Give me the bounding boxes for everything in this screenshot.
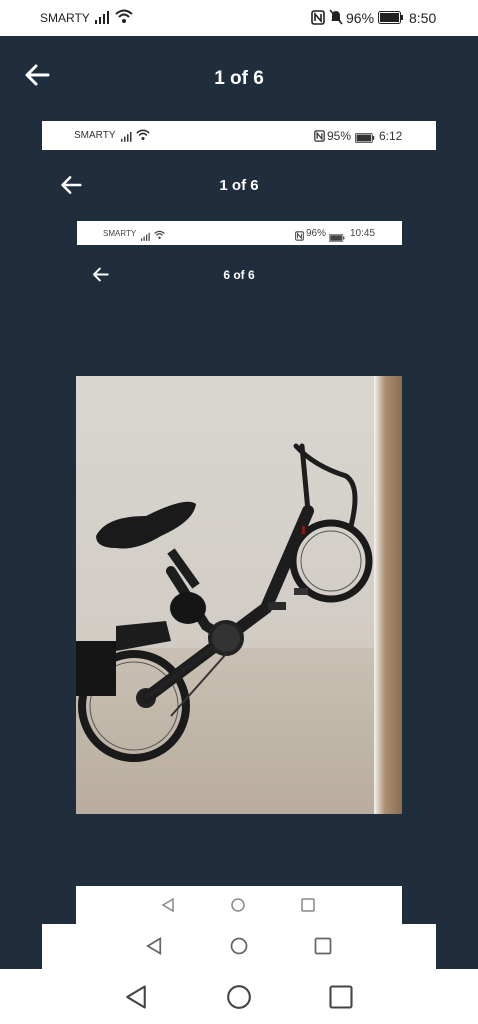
nested-counter-2: 6 of 6 bbox=[223, 268, 255, 282]
nested-nfc-icon-1 bbox=[314, 129, 325, 147]
carrier-label: SMARTY bbox=[40, 11, 90, 25]
nested-battery-icon-2 bbox=[329, 229, 345, 247]
nested-back-triangle-icon-1 bbox=[146, 936, 162, 956]
nested-wifi-icon-1 bbox=[136, 128, 150, 146]
mute-bell-icon bbox=[329, 9, 343, 30]
nested-clock-2: 10:45 bbox=[350, 228, 376, 239]
nested-signal-icon-1 bbox=[121, 129, 133, 147]
nested-back-arrow-2 bbox=[92, 266, 109, 288]
battery-icon bbox=[378, 11, 404, 29]
bike-illustration bbox=[76, 443, 373, 762]
nested-carrier-2: SMARTY bbox=[103, 229, 137, 238]
nested-counter-1: 1 of 6 bbox=[219, 177, 259, 194]
nested-battery-icon-1 bbox=[355, 130, 375, 148]
nav-home-button[interactable] bbox=[225, 983, 253, 1011]
triangle-back-icon bbox=[126, 985, 146, 1009]
square-recents-icon bbox=[329, 985, 353, 1009]
nav-recents-button[interactable] bbox=[327, 983, 355, 1011]
nested-nav-bar-1 bbox=[42, 924, 436, 969]
arrow-left-icon bbox=[25, 64, 50, 86]
nested-battery-percent-1: 95% bbox=[327, 129, 352, 143]
nested-status-bar-1: SMARTY 95% 6:12 bbox=[42, 121, 436, 150]
back-button[interactable] bbox=[24, 62, 50, 93]
system-nav-bar bbox=[0, 969, 478, 1024]
nested-status-bar-2: SMARTY 96% 10:45 bbox=[77, 221, 402, 245]
wifi-icon bbox=[115, 9, 133, 29]
nested-back-triangle-icon-2 bbox=[161, 897, 174, 913]
signal-icon bbox=[95, 10, 111, 29]
nested-recents-square-icon-1 bbox=[314, 937, 332, 955]
nested-home-circle-icon-1 bbox=[230, 937, 248, 955]
nested-arrow-left-icon-1 bbox=[61, 176, 82, 194]
nested-wifi-icon-2 bbox=[154, 227, 165, 245]
nested-signal-icon-2 bbox=[141, 228, 151, 246]
nav-back-button[interactable] bbox=[122, 983, 150, 1011]
bike-photo bbox=[76, 376, 402, 814]
nested-battery-percent-2: 96% bbox=[306, 228, 327, 239]
nested-home-circle-icon-2 bbox=[231, 898, 245, 912]
nfc-icon bbox=[311, 10, 325, 30]
nested-arrow-left-icon-2 bbox=[92, 267, 109, 282]
nested-clock-1: 6:12 bbox=[379, 129, 403, 143]
nested-recents-square-icon-2 bbox=[301, 898, 315, 912]
nested-nav-bar-2 bbox=[76, 886, 402, 924]
page-counter: 1 of 6 bbox=[214, 68, 264, 89]
nested-back-arrow-1 bbox=[60, 174, 82, 201]
battery-percent: 96% bbox=[346, 10, 375, 26]
status-bar: SMARTY 96% 8:50 bbox=[0, 0, 478, 36]
nested-carrier-1: SMARTY bbox=[74, 130, 116, 141]
nested-nfc-icon-2 bbox=[295, 228, 304, 246]
circle-home-icon bbox=[227, 985, 251, 1009]
clock: 8:50 bbox=[409, 10, 437, 26]
